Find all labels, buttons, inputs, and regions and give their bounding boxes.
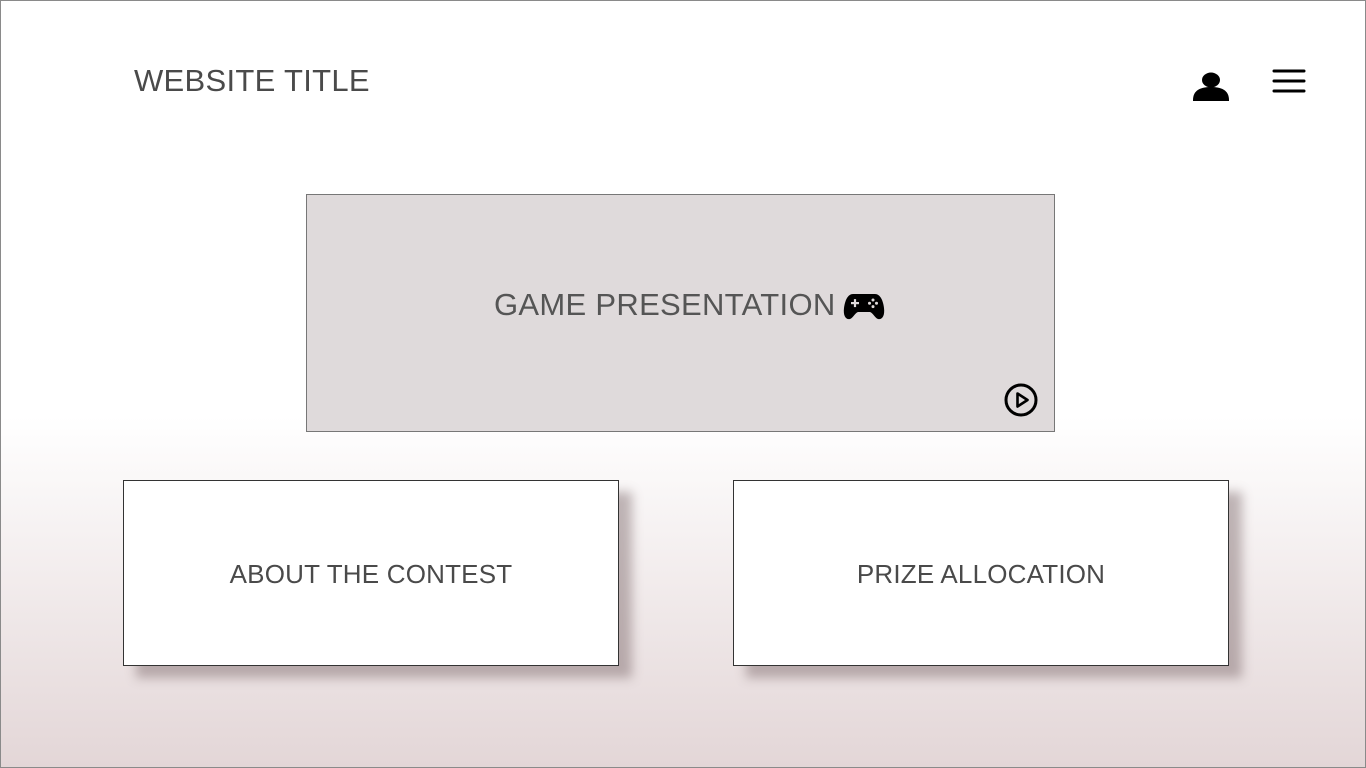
site-title[interactable]: WEBSITE TITLE [134, 63, 370, 99]
prize-allocation-card[interactable]: PRIZE ALLOCATION [733, 480, 1229, 666]
game-presentation-panel[interactable]: GAME PRESENTATION [306, 194, 1055, 432]
page-frame: WEBSITE TITLE GAME PRESENTATION ABOUT TH… [0, 0, 1366, 768]
prize-allocation-label: PRIZE ALLOCATION [856, 559, 1106, 589]
game-presentation-label: GAME PRESENTATION [494, 287, 836, 322]
gamepad-icon [843, 294, 885, 320]
user-icon [1193, 72, 1229, 101]
user-account-button[interactable] [1191, 69, 1231, 103]
play-circle-icon [1004, 383, 1038, 417]
hamburger-menu-icon [1272, 69, 1306, 93]
about-contest-label: ABOUT THE CONTEST [229, 559, 513, 589]
hamburger-menu-button[interactable] [1271, 67, 1307, 97]
play-button[interactable] [1004, 383, 1038, 417]
about-contest-card[interactable]: ABOUT THE CONTEST [123, 480, 619, 666]
